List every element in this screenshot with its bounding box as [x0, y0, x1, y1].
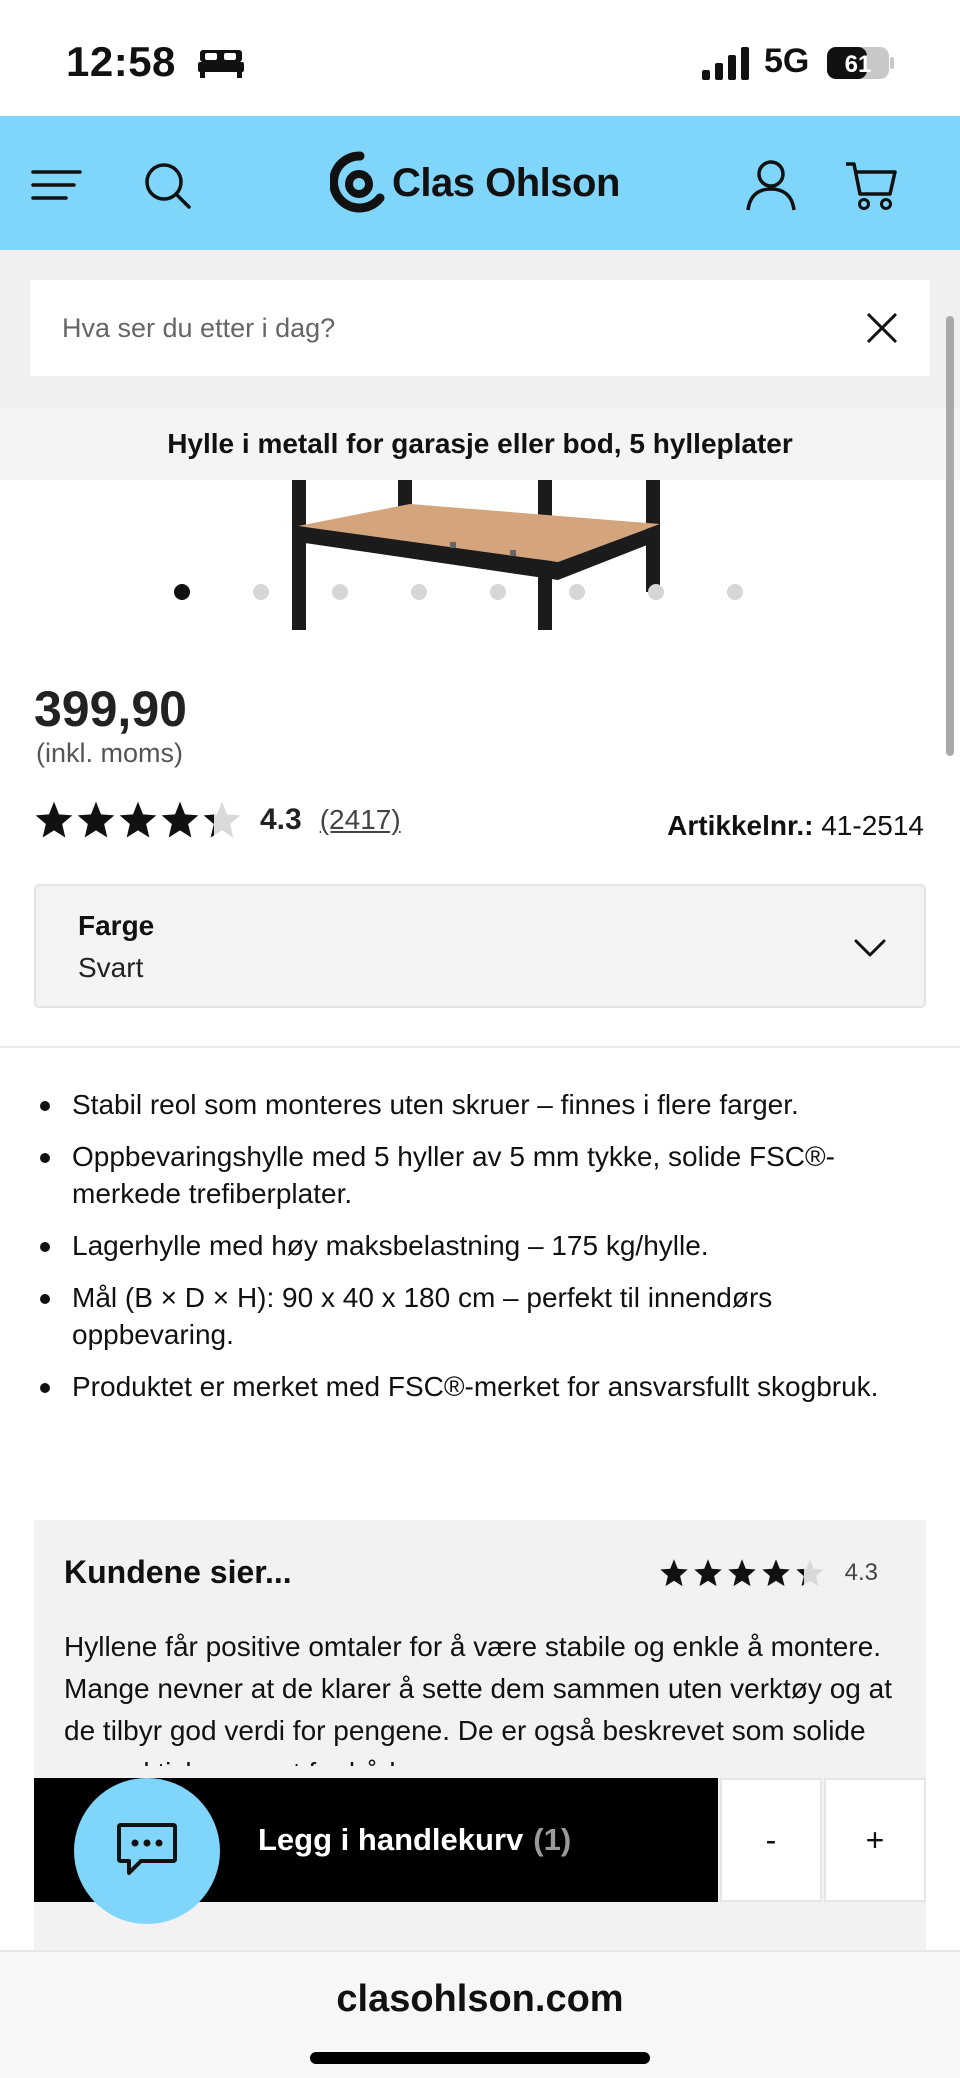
reviews-text: Hyllene får positive omtaler for å være … [64, 1631, 892, 1766]
carousel-dot[interactable] [648, 584, 664, 600]
chat-icon [117, 1823, 177, 1875]
signal-icon [702, 47, 749, 80]
star-icon [203, 801, 241, 838]
scrollbar[interactable] [946, 316, 954, 756]
feature-list: Stabil reol som monteres uten skruer – f… [34, 1086, 934, 1420]
quantity-increase-button[interactable]: + [824, 1778, 926, 1902]
carousel-dot[interactable] [253, 584, 269, 600]
network-label: 5G [764, 42, 810, 80]
rating-value: 4.3 [260, 803, 302, 836]
brand-logo-icon [330, 151, 385, 213]
cart-icon[interactable] [844, 158, 898, 212]
brand-name: Clas Ohlson [392, 160, 620, 205]
article-number: Artikkelnr.: 41-2514 [667, 810, 924, 842]
star-icon [727, 1559, 756, 1587]
feature-item: Stabil reol som monteres uten skruer – f… [34, 1086, 934, 1123]
feature-item: Oppbevaringshylle med 5 hyller av 5 mm t… [34, 1138, 934, 1212]
star-icon [35, 801, 73, 838]
star-icon [119, 801, 157, 838]
star-icon [795, 1559, 824, 1587]
quantity-decrease-button[interactable]: - [720, 1778, 822, 1902]
menu-icon[interactable] [30, 158, 84, 212]
search-box[interactable] [30, 280, 930, 376]
product-price: 399,90 [34, 681, 187, 737]
article-label: Artikkelnr.: [667, 810, 814, 841]
browser-url-bar: clasohlson.com [0, 1950, 960, 2078]
battery-level: 61 [845, 51, 872, 78]
review-count-link[interactable]: (2417) [320, 804, 401, 836]
star-icon [77, 801, 115, 838]
star-icon [659, 1559, 688, 1587]
carousel-dot[interactable] [411, 584, 427, 600]
reviews-heading: Kundene sier... [64, 1554, 292, 1590]
feature-item: Produktet er merket med FSC®-merket for … [34, 1368, 934, 1405]
article-value: 41-2514 [821, 810, 924, 841]
brand-logo[interactable]: Clas Ohlson [330, 150, 620, 216]
cart-quantity: (1) [533, 1822, 572, 1857]
add-to-cart-label: Legg i handlekurv [258, 1822, 524, 1857]
rating-row: 4.3 (2417) [34, 800, 401, 840]
battery-icon: 61 [827, 47, 894, 79]
reviews-rating-value: 4.3 [844, 1559, 878, 1586]
image-carousel-dots [0, 584, 960, 604]
star-icon [161, 801, 199, 838]
color-value: Svart [78, 952, 144, 983]
status-time: 12:58 [66, 38, 176, 85]
color-label: Farge [78, 910, 155, 941]
carousel-dot[interactable] [569, 584, 585, 600]
reviews-stars [659, 1558, 829, 1588]
carousel-dot[interactable] [174, 584, 190, 600]
carousel-dot[interactable] [727, 584, 743, 600]
star-icon [693, 1559, 722, 1587]
color-select[interactable]: Farge Svart [34, 884, 926, 1008]
search-input[interactable] [62, 280, 822, 376]
chevron-down-icon [854, 939, 886, 957]
carousel-dot[interactable] [332, 584, 348, 600]
feature-item: Lagerhylle med høy maksbelastning – 175 … [34, 1227, 934, 1264]
account-icon[interactable] [744, 158, 798, 212]
product-title: Hylle i metall for garasje eller bod, 5 … [167, 428, 793, 459]
status-bar: 12:58 5G 61 [0, 0, 960, 116]
reviews-rating: 4.3 [659, 1558, 878, 1588]
star-icon [761, 1559, 790, 1587]
home-indicator[interactable] [310, 2052, 650, 2064]
url-text[interactable]: clasohlson.com [0, 1978, 960, 2021]
chat-button[interactable] [74, 1778, 220, 1924]
feature-item: Mål (B × D × H): 90 x 40 x 180 cm – perf… [34, 1279, 934, 1353]
search-icon[interactable] [140, 158, 194, 212]
rating-stars [34, 800, 244, 840]
product-title-bar: Hylle i metall for garasje eller bod, 5 … [0, 408, 960, 480]
divider [0, 1046, 960, 1048]
site-header: Clas Ohlson [0, 116, 960, 250]
product-image[interactable] [270, 480, 690, 630]
carousel-dot[interactable] [490, 584, 506, 600]
close-icon[interactable] [862, 308, 902, 348]
vat-note: (inkl. moms) [36, 738, 183, 768]
bed-icon [198, 50, 244, 78]
search-area [0, 250, 960, 408]
